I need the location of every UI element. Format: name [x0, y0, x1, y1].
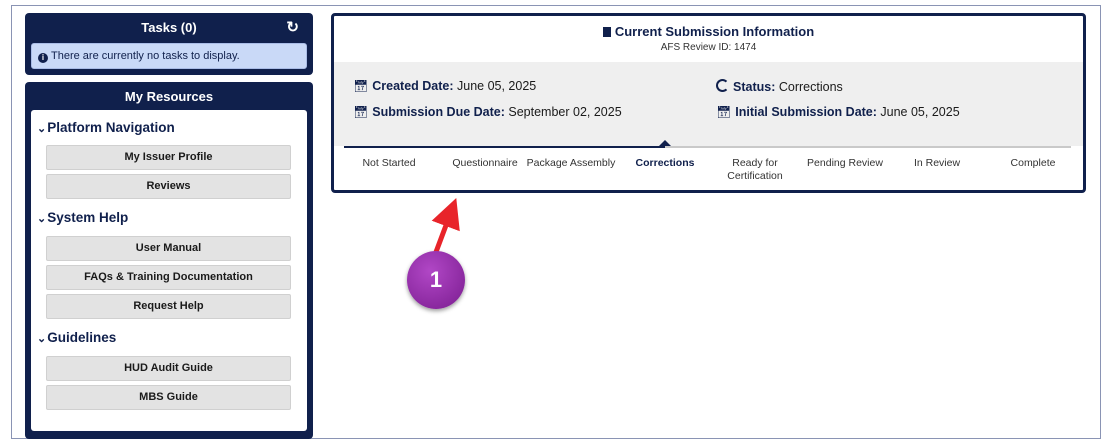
annotation-badge: 1	[407, 251, 465, 309]
annotation-arrow	[431, 197, 460, 253]
annotation-arrow-line	[431, 197, 460, 253]
